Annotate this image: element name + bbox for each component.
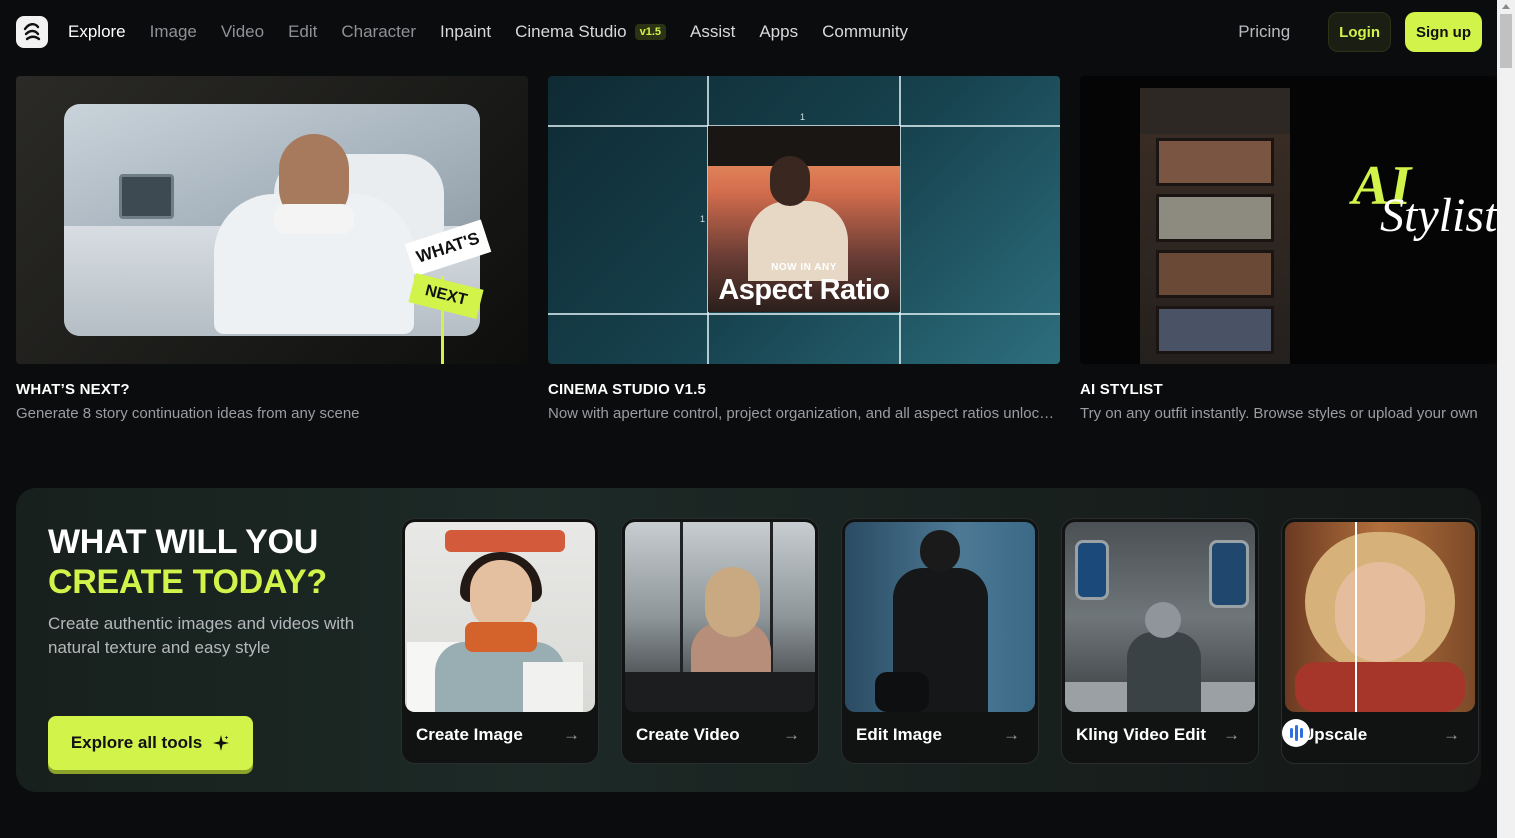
tool-thumbnail — [625, 522, 815, 712]
scroll-up-icon[interactable] — [1502, 4, 1510, 9]
nav-item-label: Video — [220, 22, 265, 41]
feature-title: WHAT’S NEXT? — [16, 381, 130, 398]
nav-item-inpaint[interactable]: Inpaint — [440, 22, 491, 42]
section-subtitle: Create authentic images and videos with … — [48, 614, 355, 657]
feature-description: Now with aperture control, project organ… — [548, 405, 1056, 422]
nav-item-character[interactable]: Character — [341, 22, 416, 42]
feature-thumbnail: WHAT'S NEXT — [16, 76, 528, 364]
scroll-thumb[interactable] — [1500, 14, 1512, 68]
nav-item-label: Inpaint — [440, 22, 492, 41]
overlay-small-text: NOW IN ANY — [771, 262, 837, 273]
tool-card-edit-image[interactable]: Edit Image → — [841, 518, 1039, 764]
tool-thumbnail — [845, 522, 1035, 712]
tool-label: Create Image — [416, 725, 523, 744]
overlay-stylist-text: Stylist — [1380, 189, 1497, 242]
brand-logo-icon[interactable] — [16, 16, 48, 48]
nav-item-explore[interactable]: Explore — [68, 22, 126, 42]
feature-card-whats-next[interactable]: WHAT'S NEXT WHAT’S NEXT? Generate 8 stor… — [16, 76, 528, 422]
grid-tick-label: 1 — [800, 112, 806, 122]
arrow-right-icon: → — [563, 725, 580, 744]
overlay-large-text: Aspect Ratio — [718, 274, 890, 306]
monitor-icon — [119, 174, 174, 219]
nav-item-label: Edit — [288, 22, 318, 41]
page-scrollbar[interactable] — [1497, 0, 1515, 838]
top-nav: Explore Image Video Edit Character Inpai… — [0, 0, 1497, 64]
feature-card-ai-stylist[interactable]: AI Stylist AI STYLIST Try on any outfit … — [1080, 76, 1497, 422]
tool-thumbnail — [405, 522, 595, 712]
nav-item-label: Image — [149, 22, 197, 41]
feature-description: Generate 8 story continuation ideas from… — [16, 405, 360, 422]
version-badge: v1.5 — [634, 24, 666, 40]
tool-label: Create Video — [636, 725, 740, 744]
grid-tick-label: 1 — [700, 214, 706, 224]
nav-item-community[interactable]: Community — [822, 22, 908, 42]
nav-item-label: Cinema Studio — [515, 22, 627, 41]
signup-button[interactable]: Sign up — [1405, 12, 1482, 52]
nav-item-label: Explore — [68, 22, 126, 41]
nav-item-assist[interactable]: Assist — [690, 22, 735, 42]
feature-thumbnail: 1 1 NOW IN ANY Aspect Ratio — [548, 76, 1060, 364]
feature-thumbnail: AI Stylist — [1080, 76, 1497, 364]
tool-card-create-image[interactable]: Create Image → — [401, 518, 599, 764]
tool-thumbnail — [1285, 522, 1475, 712]
nav-item-video[interactable]: Video — [221, 22, 264, 42]
feature-title: AI STYLIST — [1080, 381, 1163, 398]
nav-item-image[interactable]: Image — [150, 22, 197, 42]
tool-label: Edit Image — [856, 725, 942, 744]
tool-label: Upscale — [1302, 725, 1368, 744]
nav-item-apps[interactable]: Apps — [759, 22, 798, 42]
nav-links: Explore Image Video Edit Character Inpai… — [68, 0, 908, 64]
nav-item-label: Character — [341, 22, 417, 41]
arrow-right-icon: → — [1223, 725, 1240, 744]
explore-all-tools-button[interactable]: Explore all tools — [48, 716, 253, 770]
tool-label: Kling Video Edit — [1076, 725, 1207, 744]
nav-item-cinema-studio[interactable]: Cinema Studio v1.5 — [515, 22, 666, 42]
nav-item-label: Assist — [690, 22, 736, 41]
section-heading-line1: WHAT WILL YOU — [48, 523, 318, 561]
button-label: Explore all tools — [70, 733, 203, 752]
nav-actions: Pricing Login Sign up — [1238, 12, 1482, 52]
login-button[interactable]: Login — [1328, 12, 1391, 52]
tool-card-upscale[interactable]: Upscale → — [1281, 518, 1479, 764]
feature-card-cinema-studio[interactable]: 1 1 NOW IN ANY Aspect Ratio CINEMA STUDI… — [548, 76, 1060, 422]
nav-item-label: Community — [822, 22, 909, 41]
feature-title: CINEMA STUDIO V1.5 — [548, 381, 707, 398]
arrow-right-icon: → — [783, 725, 800, 744]
feature-description: Try on any outfit instantly. Browse styl… — [1080, 405, 1478, 422]
nav-item-label: Apps — [759, 22, 799, 41]
sparkle-icon — [213, 735, 230, 751]
create-today-section: WHAT WILL YOU CREATE TODAY? Create authe… — [16, 488, 1481, 792]
tool-card-create-video[interactable]: Create Video → — [621, 518, 819, 764]
arrow-right-icon: → — [1003, 725, 1020, 744]
tool-thumbnail — [1065, 522, 1255, 712]
arrow-right-icon: → — [1443, 725, 1460, 744]
pricing-link[interactable]: Pricing — [1238, 22, 1290, 42]
nav-item-edit[interactable]: Edit — [288, 22, 317, 42]
tool-card-kling-video-edit[interactable]: Kling Video Edit → — [1061, 518, 1259, 764]
section-heading-line2: CREATE TODAY? — [48, 563, 327, 601]
